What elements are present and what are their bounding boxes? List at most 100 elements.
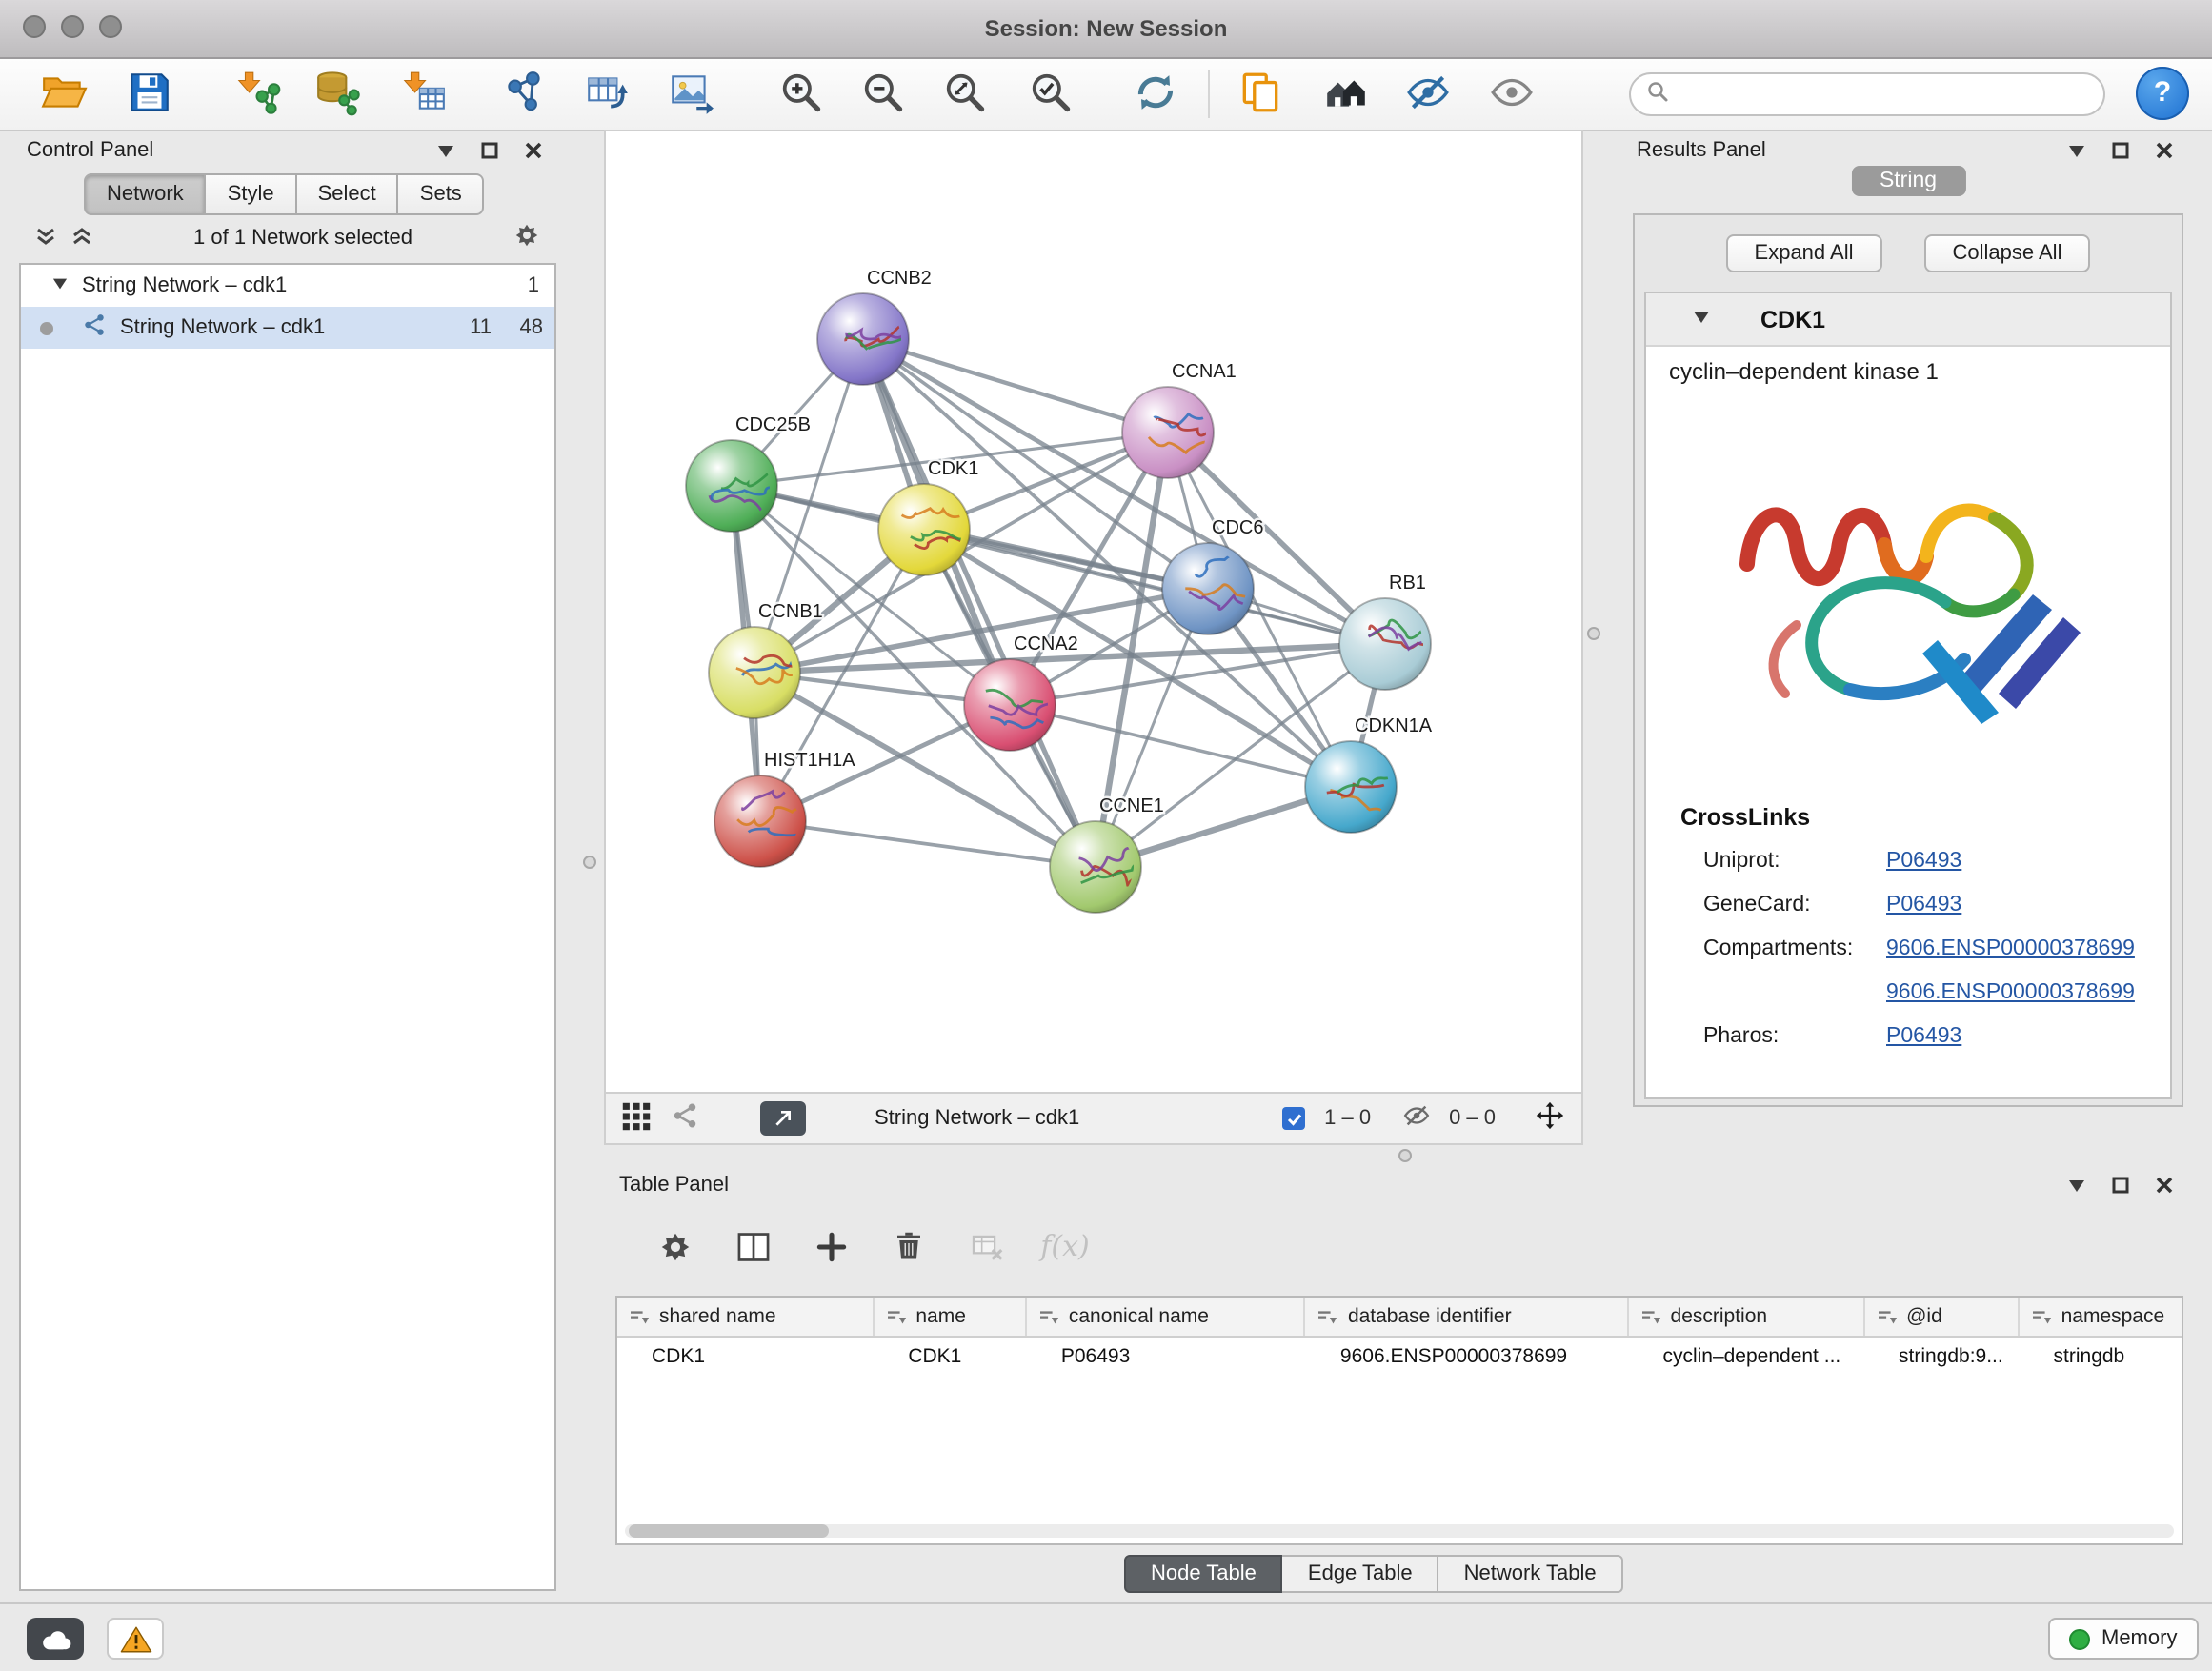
show-all-button[interactable] [1478, 65, 1543, 124]
table-row[interactable]: CDK1 CDK1 P06493 9606.ENSP00000378699 cy… [617, 1338, 2182, 1374]
maximize-table-button[interactable] [2105, 1172, 2136, 1198]
cell-description[interactable]: cyclin–dependent ... [1628, 1338, 1864, 1374]
network-row-selected[interactable]: String Network – cdk1 11 48 [21, 307, 554, 349]
copy-button[interactable] [1227, 65, 1292, 124]
left-splitter-handle[interactable] [583, 856, 596, 869]
tissues-link[interactable]: 9606.ENSP00000378699 [1886, 980, 2135, 1003]
titlebar[interactable]: Session: New Session [0, 0, 2212, 59]
network-options-button[interactable] [513, 221, 541, 255]
tab-network[interactable]: Network [84, 173, 207, 215]
cell-shared-name[interactable]: CDK1 [617, 1338, 874, 1374]
close-window-button[interactable] [23, 15, 46, 38]
genecard-link[interactable]: P06493 [1886, 893, 1961, 916]
network-node-HIST1H1A[interactable]: HIST1H1A [714, 750, 855, 867]
zoom-out-button[interactable] [850, 65, 915, 124]
selected-checkbox-icon[interactable] [1282, 1107, 1305, 1130]
import-network-from-file-button[interactable] [225, 65, 290, 124]
search-input[interactable] [1680, 81, 2088, 108]
detach-view-button[interactable] [760, 1101, 806, 1136]
column-header-canonical-name[interactable]: canonical name [1027, 1298, 1306, 1336]
maximize-panel-button[interactable] [474, 137, 505, 164]
cell-namespace[interactable]: stringdb [2020, 1338, 2182, 1374]
network-node-CDC6[interactable]: CDC6 [1162, 517, 1263, 634]
maximize-results-button[interactable] [2105, 137, 2136, 164]
import-table-from-file-button[interactable] [391, 65, 455, 124]
hide-selected-button[interactable] [1395, 65, 1459, 124]
column-header-database-identifier[interactable]: database identifier [1306, 1298, 1629, 1336]
tab-style[interactable]: Style [207, 173, 297, 215]
grid-view-icon[interactable] [621, 1100, 652, 1137]
cell-name[interactable]: CDK1 [874, 1338, 1027, 1374]
delete-column-button[interactable] [884, 1221, 934, 1271]
collapse-all-button[interactable]: Collapse All [1924, 234, 2091, 272]
warnings-button[interactable] [107, 1618, 164, 1660]
expand-all-networks-button[interactable] [70, 224, 93, 252]
float-panel-button[interactable] [431, 137, 461, 164]
search-field[interactable] [1629, 72, 2105, 116]
network-edge[interactable] [760, 821, 1096, 867]
network-canvas[interactable]: CCNB2CCNA1CDC25BCDK1CDC6RB1CCNB1CCNA2CDK… [604, 130, 1583, 1094]
network-node-CCNA1[interactable]: CCNA1 [1122, 361, 1237, 478]
results-tab-string[interactable]: String [1851, 166, 1965, 196]
cell-canonical-name[interactable]: P06493 [1027, 1338, 1306, 1374]
close-panel-button[interactable] [518, 137, 549, 164]
network-node-CDC25B[interactable]: CDC25B [686, 414, 811, 532]
network-overview-button[interactable] [1313, 65, 1377, 124]
column-header-at-id[interactable]: @id [1864, 1298, 2020, 1336]
clone-network-button[interactable] [573, 65, 638, 124]
float-results-button[interactable] [2061, 137, 2092, 164]
cell-at-id[interactable]: stringdb:9... [1864, 1338, 2020, 1374]
column-header-namespace[interactable]: namespace [2020, 1298, 2182, 1336]
help-button[interactable]: ? [2136, 67, 2189, 120]
close-table-button[interactable] [2149, 1172, 2180, 1198]
table-options-button[interactable] [650, 1221, 699, 1271]
save-session-button[interactable] [116, 65, 181, 124]
column-header-description[interactable]: description [1629, 1298, 1865, 1336]
cell-database-identifier[interactable]: 9606.ENSP00000378699 [1306, 1338, 1629, 1374]
tab-node-table[interactable]: Node Table [1124, 1555, 1283, 1593]
hidden-eye-slash-icon[interactable] [1401, 1101, 1430, 1136]
add-column-button[interactable] [806, 1221, 855, 1271]
collapse-gene-icon[interactable] [1692, 308, 1711, 331]
network-node-CCNA2[interactable]: CCNA2 [964, 634, 1078, 751]
tab-select[interactable]: Select [297, 173, 399, 215]
network-icon[interactable] [671, 1101, 699, 1136]
column-header-shared-name[interactable]: shared name [617, 1298, 874, 1336]
import-network-from-database-button[interactable] [305, 65, 370, 124]
expand-all-button[interactable]: Expand All [1726, 234, 1882, 272]
cloud-services-button[interactable] [27, 1618, 84, 1660]
tab-sets[interactable]: Sets [399, 173, 485, 215]
horizontal-scrollbar[interactable] [625, 1524, 2174, 1538]
minimize-window-button[interactable] [61, 15, 84, 38]
network-from-selection-button[interactable] [492, 65, 556, 124]
zoom-fit-button[interactable] [932, 65, 996, 124]
export-image-button[interactable] [657, 65, 722, 124]
zoom-in-button[interactable] [768, 65, 833, 124]
show-columns-button[interactable] [728, 1221, 777, 1271]
zoom-selected-button[interactable] [1017, 65, 1082, 124]
network-collection-row[interactable]: String Network – cdk1 1 [21, 265, 554, 307]
network-node-CDK1[interactable]: CDK1 [878, 458, 978, 575]
close-results-button[interactable] [2149, 137, 2180, 164]
bottom-splitter-handle[interactable] [1398, 1149, 1412, 1162]
zoom-window-button[interactable] [99, 15, 122, 38]
memory-button[interactable]: Memory [2048, 1618, 2198, 1660]
float-table-button[interactable] [2061, 1172, 2092, 1198]
uniprot-link[interactable]: P06493 [1886, 849, 1961, 872]
network-graph[interactable]: CCNB2CCNA1CDC25BCDK1CDC6RB1CCNB1CCNA2CDK… [606, 131, 1581, 1092]
column-header-name[interactable]: name [874, 1298, 1027, 1336]
tree-expand-icon[interactable] [51, 274, 69, 297]
gene-card-header[interactable]: CDK1 [1646, 293, 2170, 347]
collapse-all-networks-button[interactable] [34, 224, 57, 252]
scrollbar-thumb[interactable] [629, 1524, 829, 1538]
move-crosshair-icon[interactable] [1534, 1099, 1566, 1137]
open-session-button[interactable] [30, 65, 95, 124]
network-edge[interactable] [863, 339, 1096, 867]
refresh-network-button[interactable] [1122, 65, 1187, 124]
network-edge[interactable] [863, 339, 1168, 433]
tab-edge-table[interactable]: Edge Table [1283, 1555, 1439, 1593]
right-splitter-handle[interactable] [1587, 627, 1600, 640]
compartments-link[interactable]: 9606.ENSP00000378699 [1886, 936, 2135, 959]
network-node-RB1[interactable]: RB1 [1339, 573, 1438, 690]
pharos-link[interactable]: P06493 [1886, 1024, 1961, 1047]
